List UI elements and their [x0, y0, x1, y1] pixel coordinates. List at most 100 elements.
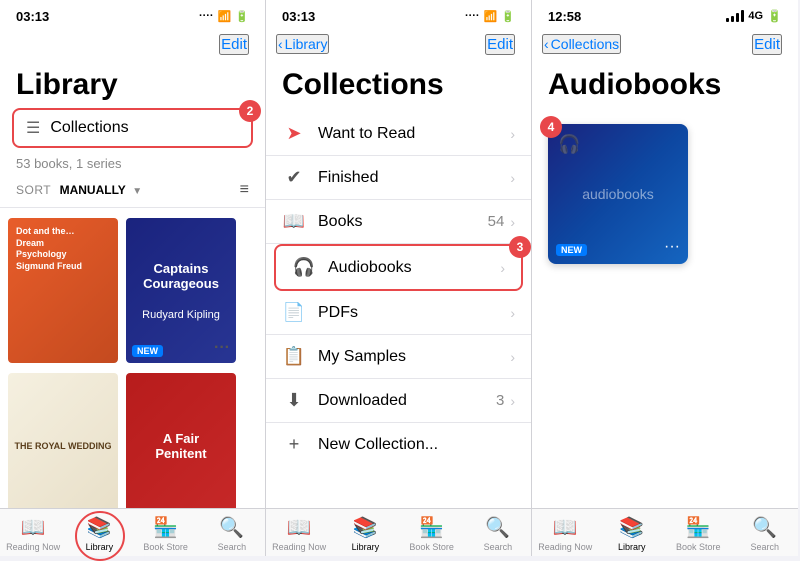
- my-samples-label: My Samples: [318, 348, 510, 366]
- book-cover-freud[interactable]: Dot and the…DreamPsychologySigmund Freud: [8, 218, 118, 363]
- audiobook-cover[interactable]: 🎧 audiobooks NEW ···: [548, 124, 688, 264]
- tab-library-2[interactable]: 📚 Library: [332, 515, 398, 552]
- signal-icon-2: ····: [465, 10, 480, 22]
- tab-label-search-1: Search: [218, 542, 247, 552]
- edit-button-1[interactable]: Edit: [219, 34, 249, 55]
- bookstore-icon-1: 🏪: [153, 515, 178, 540]
- collection-item-downloaded[interactable]: ⬇ Downloaded 3 ›: [266, 379, 531, 423]
- books-count: 53 books, 1 series: [0, 156, 265, 177]
- tab-bar-2: 📖 Reading Now 📚 Library 🏪 Book Store 🔍 S…: [266, 508, 531, 556]
- back-button-2[interactable]: ‹ Library: [276, 34, 329, 54]
- tab-library-1[interactable]: 📚 Library: [66, 515, 132, 552]
- chevron-my-samples: ›: [510, 349, 515, 365]
- tab-reading-now-3[interactable]: 📖 Reading Now: [532, 515, 599, 552]
- status-bar-1: 03:13 ···· 📶 🔋: [0, 0, 265, 28]
- edit-button-3[interactable]: Edit: [752, 34, 782, 55]
- chevron-finished: ›: [510, 170, 515, 186]
- collections-label: Collections: [50, 119, 128, 137]
- new-badge-kipling: NEW: [132, 345, 163, 357]
- battery-icon-1: 🔋: [235, 10, 249, 23]
- tab-label-bookstore-3: Book Store: [676, 542, 721, 552]
- tab-label-reading-now-1: Reading Now: [6, 542, 60, 552]
- collection-item-pdfs[interactable]: 📄 PDFs ›: [266, 291, 531, 335]
- collection-item-books[interactable]: 📖 Books 54 ›: [266, 200, 531, 244]
- tab-search-1[interactable]: 🔍 Search: [199, 515, 265, 552]
- tab-label-reading-now-3: Reading Now: [538, 542, 592, 552]
- back-button-3[interactable]: ‹ Collections: [542, 34, 621, 54]
- reading-now-icon-2: 📖: [287, 515, 312, 540]
- audiobooks-cover-label: audiobooks: [582, 186, 654, 202]
- more-button-kipling[interactable]: ···: [214, 339, 230, 357]
- signal-bars-3: [726, 10, 744, 22]
- finished-label: Finished: [318, 169, 510, 187]
- signal-icon-1: ····: [199, 10, 214, 22]
- tab-bookstore-2[interactable]: 🏪 Book Store: [399, 515, 465, 552]
- audiobooks-label: Audiobooks: [328, 259, 500, 277]
- collections-row[interactable]: ☰ Collections 2: [12, 108, 253, 148]
- new-badge-audio: NEW: [556, 244, 587, 256]
- status-time-2: 03:13: [282, 9, 315, 24]
- book-shelf: Dot and the…DreamPsychologySigmund Freud…: [0, 208, 265, 508]
- tab-bookstore-1[interactable]: 🏪 Book Store: [133, 515, 199, 552]
- tab-reading-now-2[interactable]: 📖 Reading Now: [266, 515, 332, 552]
- collection-list: ➤ Want to Read › ✔ Finished › 📖 Books 54…: [266, 112, 531, 556]
- book-cover-royal-wedding[interactable]: THE ROYAL WEDDING: [8, 373, 118, 508]
- downloaded-icon: ⬇: [282, 390, 306, 411]
- collection-item-my-samples[interactable]: 📋 My Samples ›: [266, 335, 531, 379]
- collections-page-title: Collections: [266, 64, 531, 112]
- sort-bar: SORT MANUALLY ▼ ≡: [0, 177, 265, 208]
- nav-bar-2: ‹ Library Edit: [266, 28, 531, 64]
- reading-now-icon-1: 📖: [21, 515, 46, 540]
- sort-mode: MANUALLY: [60, 183, 126, 197]
- tab-library-3[interactable]: 📚 Library: [599, 515, 666, 552]
- chevron-left-icon-2: ‹: [278, 36, 283, 52]
- tab-bookstore-3[interactable]: 🏪 Book Store: [665, 515, 732, 552]
- tab-reading-now-1[interactable]: 📖 Reading Now: [0, 515, 66, 552]
- network-label-3: 4G: [748, 10, 763, 22]
- audiobooks-icon: 🎧: [292, 257, 316, 278]
- book-cover-fair-penitent[interactable]: A FairPenitent: [126, 373, 236, 508]
- collections-panel: 03:13 ···· 📶 🔋 ‹ Library Edit Collection…: [266, 0, 532, 556]
- status-icons-3: 4G 🔋: [726, 9, 782, 23]
- wifi-icon-2: 📶: [484, 10, 498, 23]
- new-collection-label: New Collection...: [318, 436, 438, 454]
- badge-2: 2: [239, 100, 261, 122]
- bookstore-icon-3: 🏪: [686, 515, 711, 540]
- collection-item-want-to-read[interactable]: ➤ Want to Read ›: [266, 112, 531, 156]
- plus-icon: +: [282, 434, 306, 455]
- tab-label-bookstore-1: Book Store: [143, 542, 188, 552]
- new-collection-item[interactable]: + New Collection...: [266, 423, 531, 466]
- audiobook-cover-wrapper: 4 🎧 audiobooks NEW ···: [548, 124, 688, 264]
- book-row-1: Dot and the…DreamPsychologySigmund Freud…: [8, 218, 257, 363]
- back-label-3: Collections: [551, 36, 619, 52]
- book-cover-kipling[interactable]: CaptainsCourageousRudyard Kipling NEW ··…: [126, 218, 236, 363]
- chevron-audiobooks: ›: [500, 260, 505, 276]
- badge-3: 3: [509, 236, 531, 258]
- finished-icon: ✔: [282, 167, 306, 188]
- more-button-audio[interactable]: ···: [664, 238, 680, 256]
- list-view-icon[interactable]: ≡: [240, 181, 249, 199]
- status-time-3: 12:58: [548, 9, 581, 24]
- books-label: Books: [318, 213, 488, 231]
- tab-label-search-3: Search: [750, 542, 779, 552]
- tab-label-library-2: Library: [352, 542, 380, 552]
- bookstore-icon-2: 🏪: [419, 515, 444, 540]
- reading-now-icon-3: 📖: [553, 515, 578, 540]
- search-icon-1: 🔍: [219, 515, 244, 540]
- downloaded-label: Downloaded: [318, 392, 496, 410]
- badge-4: 4: [540, 116, 562, 138]
- collection-item-audiobooks[interactable]: 🎧 Audiobooks › 3: [274, 244, 523, 291]
- tab-search-3[interactable]: 🔍 Search: [732, 515, 799, 552]
- collection-item-finished[interactable]: ✔ Finished ›: [266, 156, 531, 200]
- chevron-left-icon-3: ‹: [544, 36, 549, 52]
- status-icons-1: ···· 📶 🔋: [199, 10, 249, 23]
- edit-button-2[interactable]: Edit: [485, 34, 515, 55]
- audiobooks-panel: 12:58 4G 🔋 ‹ Collections Edit Audiobooks…: [532, 0, 798, 556]
- wifi-icon-1: 📶: [218, 10, 232, 23]
- search-icon-2: 🔍: [485, 515, 510, 540]
- pdfs-icon: 📄: [282, 302, 306, 323]
- sort-label: SORT MANUALLY ▼: [16, 181, 142, 199]
- tab-search-2[interactable]: 🔍 Search: [465, 515, 531, 552]
- tab-label-bookstore-2: Book Store: [409, 542, 454, 552]
- audiobooks-grid: 4 🎧 audiobooks NEW ···: [532, 112, 798, 276]
